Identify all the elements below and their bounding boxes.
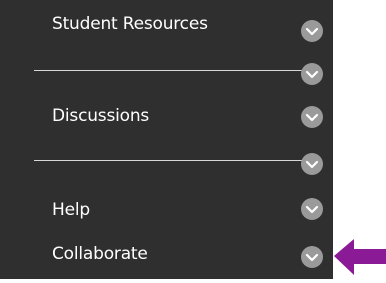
chevron-down-icon[interactable]: [301, 153, 323, 175]
menu-item-label: Help: [52, 200, 90, 220]
arrow-left-icon: [332, 237, 386, 279]
course-menu: Student Resources Discussions Help Colla…: [0, 0, 333, 279]
chevron-down-icon[interactable]: [301, 246, 323, 268]
menu-divider: [34, 160, 302, 161]
chevron-down-icon[interactable]: [301, 106, 323, 128]
menu-item-student-resources[interactable]: Student Resources: [0, 6, 333, 42]
menu-item-help[interactable]: Help: [0, 192, 333, 228]
menu-item-label: Collaborate: [52, 244, 148, 264]
menu-item-label: Discussions: [52, 106, 150, 126]
menu-item-label: Student Resources: [52, 14, 208, 34]
chevron-down-icon[interactable]: [301, 20, 323, 42]
chevron-down-icon[interactable]: [301, 63, 323, 85]
chevron-down-icon[interactable]: [301, 198, 323, 220]
menu-divider: [34, 70, 302, 71]
menu-item-discussions[interactable]: Discussions: [0, 98, 333, 134]
menu-item-collaborate[interactable]: Collaborate: [0, 236, 333, 272]
